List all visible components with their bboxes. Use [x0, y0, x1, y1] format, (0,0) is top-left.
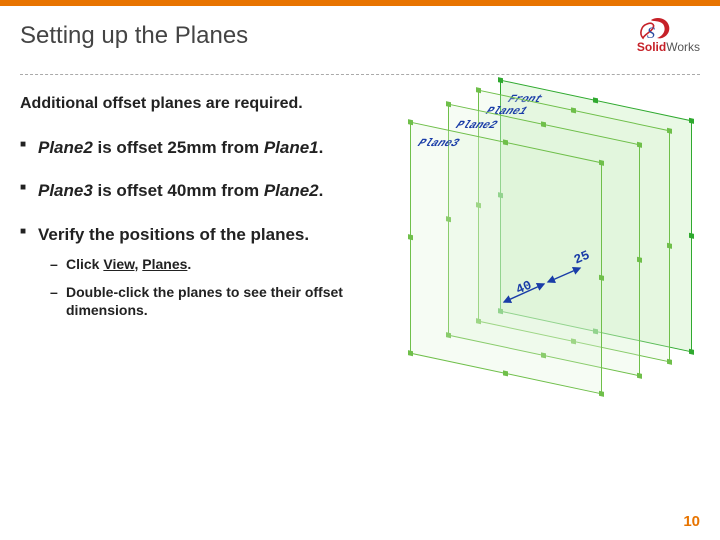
header: Setting up the Planes S SolidWorks	[20, 22, 700, 72]
plane2-name-b: Plane2	[264, 181, 319, 200]
brand-logo: S SolidWorks	[637, 16, 700, 54]
label-plane2: Plane2	[452, 120, 500, 132]
menu-view: View	[103, 256, 134, 272]
bullet-list: Plane2 is offset 25mm from Plane1. Plane…	[20, 137, 385, 319]
page-title: Setting up the Planes	[20, 22, 700, 50]
bullet-3: Verify the positions of the planes. Clic…	[20, 224, 385, 320]
brand-text: SolidWorks	[637, 40, 700, 54]
brand-works: Works	[666, 40, 700, 54]
page-number: 10	[683, 513, 700, 530]
bullet-1-dot: .	[319, 138, 324, 157]
accent-top-bar	[0, 0, 720, 6]
sub-list: Click View, Planes. Double-click the pla…	[50, 255, 385, 320]
brand-solid: Solid	[637, 40, 666, 54]
bullet-2: Plane3 is offset 40mm from Plane2.	[20, 180, 385, 201]
bullet-1: Plane2 is offset 25mm from Plane1.	[20, 137, 385, 158]
plane1-name: Plane1	[264, 138, 319, 157]
header-divider	[20, 74, 700, 75]
plane2-name: Plane2	[38, 138, 93, 157]
planes-figure: Front Plane1 Plane2 Plane3 25 40	[400, 100, 700, 390]
bullet-3-text: Verify the positions of the planes.	[38, 225, 309, 244]
ds-logo-icon: S	[637, 16, 675, 42]
sub-2: Double-click the planes to see their off…	[50, 283, 385, 319]
bullet-2-dot: .	[319, 181, 324, 200]
sub-1: Click View, Planes.	[50, 255, 385, 273]
bullet-1-mid: is offset 25mm from	[93, 138, 264, 157]
plane3-name: Plane3	[38, 181, 93, 200]
bullet-2-mid: is offset 40mm from	[93, 181, 264, 200]
menu-planes: Planes	[142, 256, 187, 272]
sub-1-prefix: Click	[66, 256, 103, 272]
sub-1-dot: .	[187, 256, 191, 272]
label-plane3: Plane3	[414, 138, 462, 150]
dimension-arrows	[490, 260, 600, 320]
